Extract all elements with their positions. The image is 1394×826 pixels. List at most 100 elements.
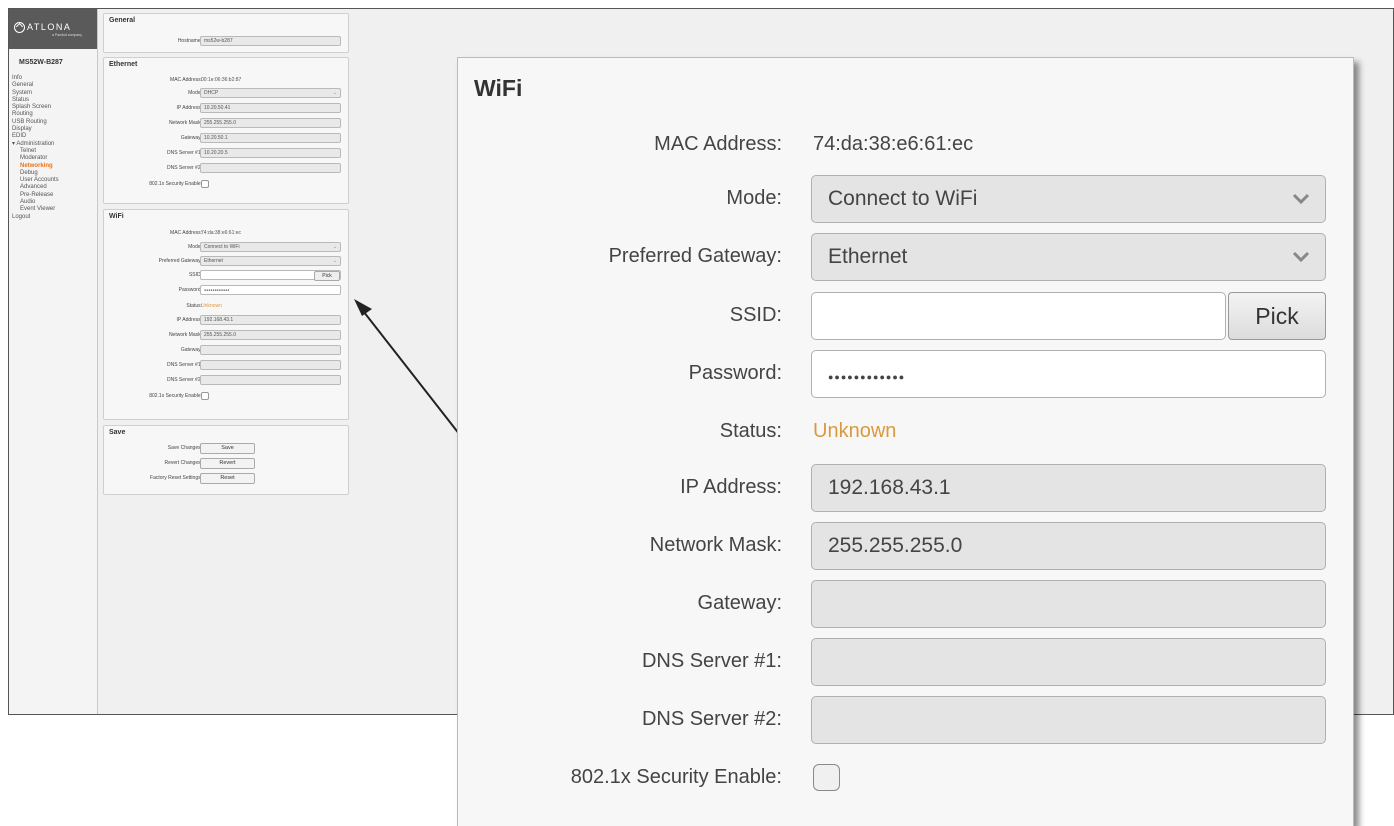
sidebar-item-user-accounts[interactable]: User Accounts xyxy=(12,177,97,184)
wifi-section-zoomed: WiFi MAC Address: 74:da:38:e6:61:ec Mode… xyxy=(457,57,1354,826)
wifi-mask-field[interactable]: 255.255.255.0 xyxy=(811,522,1326,570)
eth-mask-row: Network Mask: 255.255.255.0 xyxy=(104,118,348,129)
revert-button[interactable]: Revert xyxy=(200,458,255,469)
eth-gateway-field[interactable]: 10.20.50.1 xyxy=(200,133,341,143)
wifi-pick-button[interactable]: Pick xyxy=(1228,292,1326,340)
wifi-prefgw-select[interactable]: Ethernet xyxy=(811,233,1326,281)
wifi-dns2-field[interactable] xyxy=(811,696,1326,744)
wifi-prefgw-select-small[interactable]: Ethernet ⌄ xyxy=(200,256,341,266)
wifi-password-label: Password: xyxy=(688,362,782,384)
wifi-mac-row-small: MAC Address: 74:da:38:e6:61:ec xyxy=(104,228,348,239)
wifi-status-label: Status: xyxy=(719,420,782,442)
eth-mac-value: 00:1e:06:36:b2:87 xyxy=(201,77,242,83)
sidebar-item-logout[interactable]: Logout xyxy=(12,214,97,221)
save-title: Save xyxy=(109,429,126,436)
wifi-ip-label: IP Address: xyxy=(680,476,782,498)
sidebar-item-routing[interactable]: Routing xyxy=(12,111,97,118)
wifi-title: WiFi xyxy=(474,75,523,101)
wifi-dns2-field-small[interactable] xyxy=(200,375,341,385)
device-name: MS52W-B287 xyxy=(19,59,63,66)
wifi-dns1-field[interactable] xyxy=(811,638,1326,686)
wifi-mask-row-small: Network Mask: 255.255.255.0 xyxy=(104,330,348,341)
eth-mask-label: Network Mask: xyxy=(168,120,202,126)
wifi-ip-field-small[interactable]: 192.168.43.1 xyxy=(200,315,341,325)
sidebar-item-status[interactable]: Status xyxy=(12,97,97,104)
wifi-gateway-row: Gateway: xyxy=(458,580,1353,628)
sidebar-item-audio[interactable]: Audio xyxy=(12,199,97,206)
eth-mode-select[interactable]: DHCP ⌄ xyxy=(200,88,341,98)
eth-mask-field[interactable]: 255.255.255.0 xyxy=(200,118,341,128)
reset-button[interactable]: Reset xyxy=(200,473,255,484)
sidebar-item-system[interactable]: System xyxy=(12,90,97,97)
chevron-down-icon xyxy=(1292,193,1310,205)
eth-gateway-label: Gateway: xyxy=(180,135,202,141)
eth-dns2-field[interactable] xyxy=(200,163,341,173)
wifi-status-value: Unknown xyxy=(813,420,897,442)
eth-security-checkbox[interactable] xyxy=(201,180,209,188)
wifi-gateway-label: Gateway: xyxy=(697,592,782,614)
wifi-prefgw-label-small: Preferred Gateway: xyxy=(158,258,202,264)
save-changes-label: Save Changes: xyxy=(167,445,202,451)
wifi-password-row: Password: ●●●●●●●●●●●● xyxy=(458,350,1353,398)
wifi-security-row-small: 802.1x Security Enable: xyxy=(104,391,348,402)
wifi-password-field[interactable]: ●●●●●●●●●●●● xyxy=(811,350,1326,398)
wifi-mode-row: Mode: Connect to WiFi xyxy=(458,175,1353,223)
wifi-dns1-field-small[interactable] xyxy=(200,360,341,370)
revert-changes-label: Revert Changes: xyxy=(164,460,202,466)
sidebar-item-pre-release[interactable]: Pre-Release xyxy=(12,192,97,199)
sidebar-item-general[interactable]: General xyxy=(12,82,97,89)
wifi-dns2-label: DNS Server #2: xyxy=(641,708,782,730)
wifi-password-label-small: Password: xyxy=(178,287,202,293)
wifi-mode-select-small[interactable]: Connect to WiFi ⌄ xyxy=(200,242,341,252)
wifi-prefgw-label: Preferred Gateway: xyxy=(608,245,782,267)
eth-security-label: 802.1x Security Enable: xyxy=(149,181,202,187)
save-row: Save Changes: Save xyxy=(104,443,348,454)
wifi-security-checkbox[interactable] xyxy=(813,764,840,791)
wifi-dns1-label-small: DNS Server #1: xyxy=(166,362,202,368)
wifi-ssid-field-small[interactable]: Pick xyxy=(200,270,341,281)
wifi-ip-label-small: IP Address: xyxy=(176,317,202,323)
sidebar-item-telnet[interactable]: Telnet xyxy=(12,148,97,155)
sidebar-item-event-viewer[interactable]: Event Viewer xyxy=(12,206,97,213)
sidebar-item-display[interactable]: Display xyxy=(12,126,97,133)
sidebar-item-networking[interactable]: Networking xyxy=(12,163,97,170)
wifi-dns1-label: DNS Server #1: xyxy=(641,650,782,672)
eth-mac-row: MAC Address: 00:1e:06:36:b2:87 xyxy=(104,75,348,86)
ethernet-section: Ethernet MAC Address: 00:1e:06:36:b2:87 … xyxy=(103,57,349,204)
ethernet-title: Ethernet xyxy=(109,61,138,68)
sidebar-item-splash-screen[interactable]: Splash Screen xyxy=(12,104,97,111)
eth-dns1-field[interactable]: 10.20.20.5 xyxy=(200,148,341,158)
wifi-ip-field[interactable]: 192.168.43.1 xyxy=(811,464,1326,512)
wifi-ssid-field[interactable] xyxy=(811,292,1226,340)
wifi-password-field-small[interactable]: ●●●●●●●●●●●● xyxy=(200,285,341,295)
wifi-mask-field-small[interactable]: 255.255.255.0 xyxy=(200,330,341,340)
wifi-mac-label: MAC Address: xyxy=(654,133,782,155)
sidebar-item-info[interactable]: Info xyxy=(12,75,97,82)
wifi-mask-row: Network Mask: 255.255.255.0 xyxy=(458,522,1353,570)
sidebar-item-moderator[interactable]: Moderator xyxy=(12,155,97,162)
wifi-mac-row: MAC Address: 74:da:38:e6:61:ec xyxy=(458,121,1353,169)
wifi-security-checkbox-small[interactable] xyxy=(201,392,209,400)
hostname-row: Hostname: ms52w-b287 xyxy=(104,36,348,47)
wifi-gateway-field[interactable] xyxy=(811,580,1326,628)
eth-dns1-row: DNS Server #1: 10.20.20.5 xyxy=(104,148,348,159)
wifi-mask-label: Network Mask: xyxy=(649,534,782,556)
eth-dns2-label: DNS Server #2: xyxy=(166,165,202,171)
hostname-field[interactable]: ms52w-b287 xyxy=(200,36,341,46)
save-button[interactable]: Save xyxy=(200,443,255,454)
sidebar-item-debug[interactable]: Debug xyxy=(12,170,97,177)
wifi-pick-button-small[interactable]: Pick xyxy=(314,271,340,281)
eth-dns1-label: DNS Server #1: xyxy=(166,150,202,156)
sidebar-item-administration[interactable]: ▾ Administration xyxy=(12,141,97,148)
wifi-ssid-row: SSID: Pick xyxy=(458,292,1353,340)
wifi-mode-select[interactable]: Connect to WiFi xyxy=(811,175,1326,223)
sidebar-item-edid[interactable]: EDID xyxy=(12,133,97,140)
reset-row: Factory Reset Settings: Reset xyxy=(104,473,348,484)
eth-security-row: 802.1x Security Enable: xyxy=(104,179,348,190)
sidebar-item-usb-routing[interactable]: USB Routing xyxy=(12,119,97,126)
eth-ip-field[interactable]: 10.20.50.41 xyxy=(200,103,341,113)
sidebar-item-advanced[interactable]: Advanced xyxy=(12,184,97,191)
logo-text: ATLONA xyxy=(27,22,72,32)
wifi-security-label: 802.1x Security Enable: xyxy=(570,766,782,788)
wifi-gateway-field-small[interactable] xyxy=(200,345,341,355)
